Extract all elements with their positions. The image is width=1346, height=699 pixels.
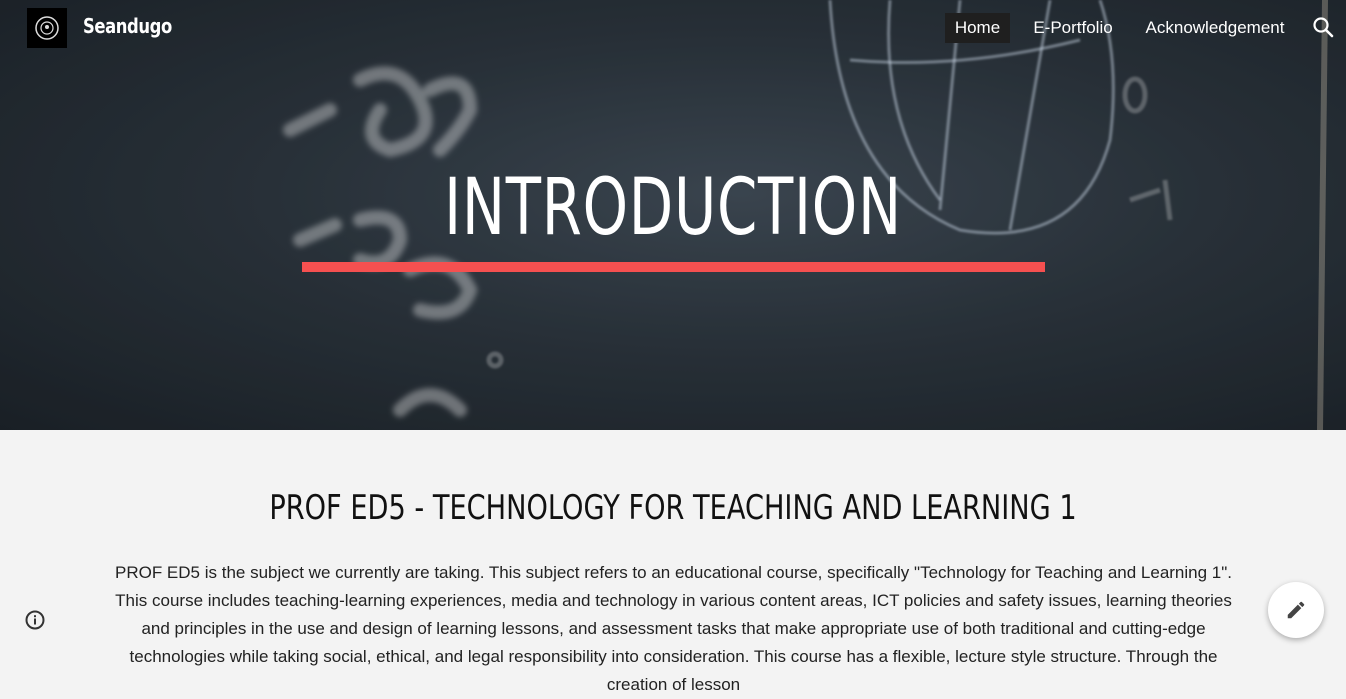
intro-paragraph: PROF ED5 is the subject we currently are… [114,563,1233,694]
search-icon [1313,17,1334,38]
section-title: PROF ED5 - TECHNOLOGY FOR TEACHING AND L… [269,488,1077,528]
nav-e-portfolio[interactable]: E-Portfolio [1027,13,1119,43]
nav-home[interactable]: Home [945,13,1010,43]
nav-acknowledgement[interactable]: Acknowledgement [1140,13,1290,43]
site-title[interactable]: Seandugo [83,14,172,38]
site-logo[interactable] [27,8,67,48]
pencil-icon [1287,601,1305,619]
info-icon [25,610,45,630]
top-navigation: Seandugo Home E-Portfolio Acknowledgemen… [0,0,1346,56]
hero-underline [302,262,1045,272]
site-info-button[interactable] [24,609,46,631]
logo-emblem-icon [35,16,59,40]
hero-title: INTRODUCTION [444,163,902,253]
edit-button[interactable] [1268,582,1324,638]
search-button[interactable] [1310,14,1338,42]
